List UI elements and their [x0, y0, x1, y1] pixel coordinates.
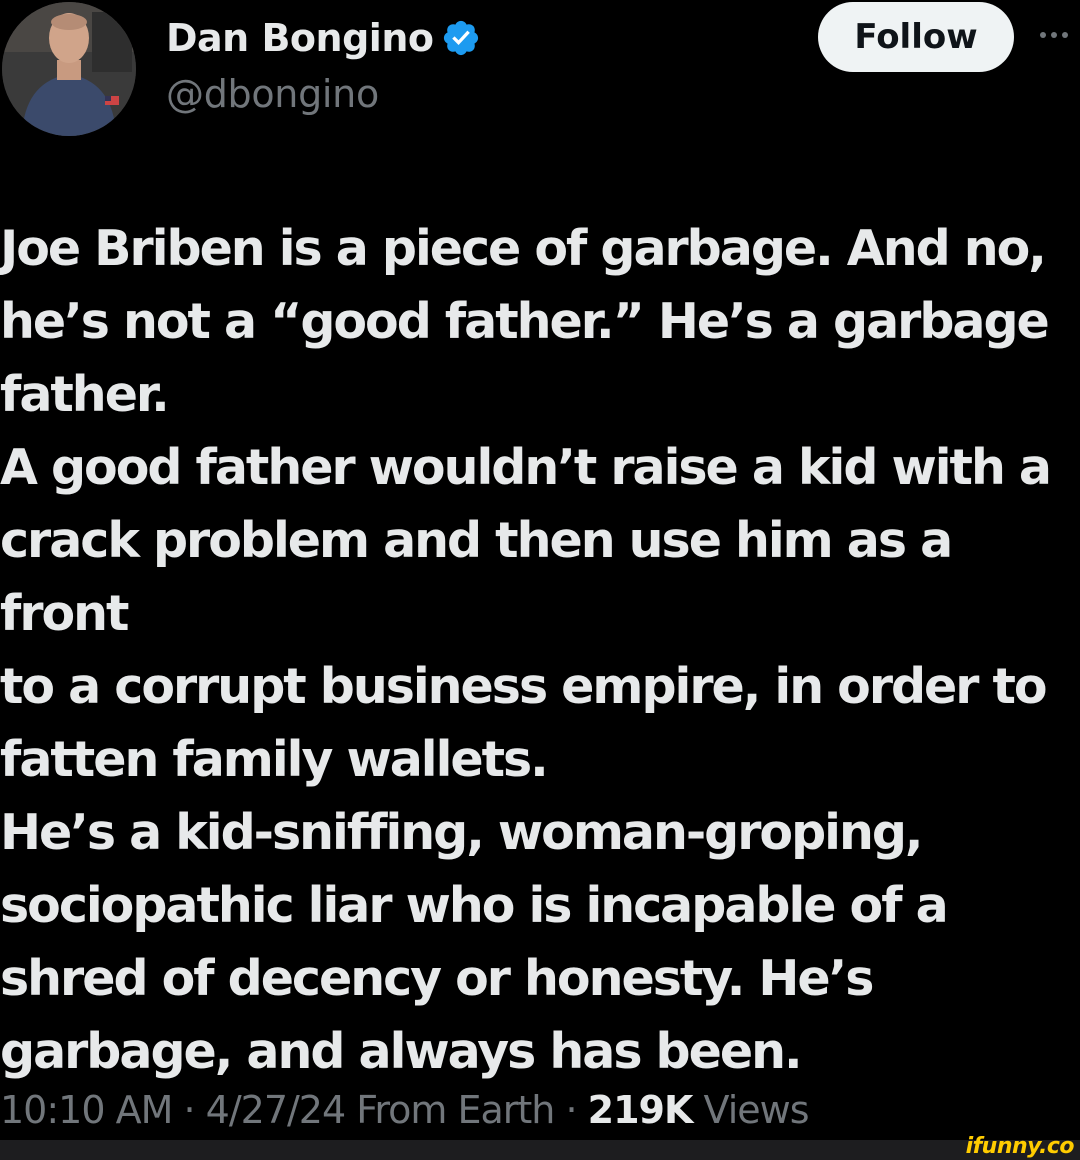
tweet-time[interactable]: 10:10 AM — [0, 1088, 173, 1132]
meta-separator: · — [183, 1088, 195, 1132]
tweet-meta: 10:10 AM · 4/27/24 From Earth · 219K Vie… — [0, 1088, 810, 1148]
views-count[interactable]: 219K — [588, 1088, 694, 1132]
avatar[interactable] — [2, 2, 136, 136]
tweet-text: Joe Briben is a piece of garbage. And no… — [0, 220, 1052, 1080]
dot — [1051, 32, 1057, 38]
views-label: Views — [703, 1088, 810, 1132]
tweet-date[interactable]: 4/27/24 — [206, 1088, 346, 1132]
follow-button[interactable]: Follow — [818, 2, 1014, 72]
display-name[interactable]: Dan Bongino — [166, 16, 434, 60]
avatar-photo — [2, 2, 136, 136]
bottom-strip — [0, 1140, 1080, 1160]
more-options-icon[interactable] — [1040, 20, 1080, 50]
dot — [1062, 32, 1068, 38]
author-name-row[interactable]: Dan Bongino — [166, 10, 481, 66]
tweet-source: From Earth — [356, 1088, 555, 1132]
dot — [1040, 32, 1046, 38]
verified-badge-icon[interactable] — [441, 18, 481, 58]
author-handle[interactable]: @dbongino — [166, 72, 379, 116]
ifunny-watermark: ifunny.co — [965, 1134, 1075, 1159]
meta-separator: · — [565, 1088, 577, 1132]
